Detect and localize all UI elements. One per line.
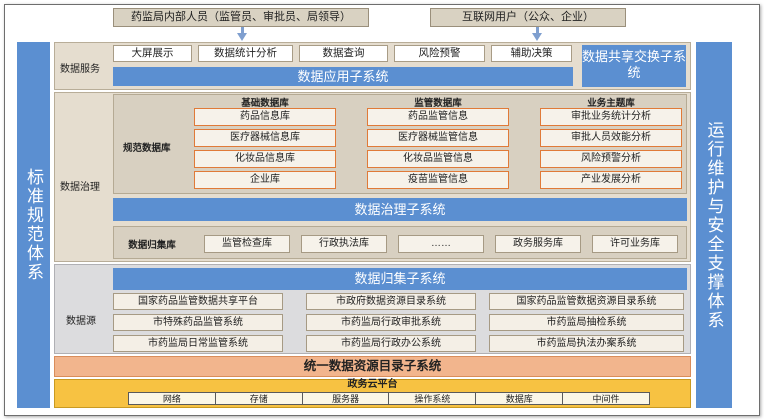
data-governance-label: 数据治理 [60,182,100,193]
standards-system-label: 标准规范体系 [24,168,43,282]
infra-network: 网络 [128,392,216,405]
group-title-regulation: 监管数据库 [414,98,462,109]
data-application-subsystem-bar: 数据应用子系统 [113,67,573,86]
external-users-box: 互联网用户（公众、企业） [430,8,626,27]
internal-users-box: 药监局内部人员（监管员、审批员、局领导） [113,8,369,27]
collect-db-item: 监管检查库 [204,235,290,253]
topic-db-item: 审批人员效能分析 [540,129,682,147]
collect-db-item: 政务服务库 [495,235,581,253]
topic-db-item: 审批业务统计分析 [540,108,682,126]
group-title-topic: 业务主题库 [587,98,635,109]
infra-database: 数据库 [476,392,564,405]
topic-db-item: 风险预警分析 [540,150,682,168]
source-system-item: 市药监局执法办案系统 [489,335,684,352]
service-big-screen: 大屏展示 [113,45,192,62]
infra-server: 服务器 [302,392,390,405]
infra-middleware: 中间件 [563,392,650,405]
data-exchange-subsystem-box: 数据共享交换子系统 [582,45,686,87]
source-system-item: 国家药品监管数据共享平台 [113,293,283,310]
down-arrow-icon [532,33,542,41]
basic-db-item: 化妆品信息库 [194,150,336,168]
service-risk-warning: 风险预警 [394,45,485,62]
service-query: 数据查询 [299,45,388,62]
source-system-item: 市药监局行政办公系统 [306,335,476,352]
source-system-item: 市药监局行政审批系统 [306,314,476,331]
ops-security-column: 运行维护与安全支撑体系 [696,42,732,408]
service-decision-support: 辅助决策 [491,45,572,62]
source-system-item: 市政府数据资源目录系统 [306,293,476,310]
data-source-label: 数据源 [66,316,96,327]
collect-db-item: 许可业务库 [592,235,678,253]
infra-os: 操作系统 [389,392,477,405]
infra-storage: 存储 [215,392,303,405]
regulation-db-item: 医疗器械监管信息 [367,129,509,147]
data-governance-subsystem-bar: 数据治理子系统 [113,198,687,221]
gov-cloud-platform-title: 政务云平台 [347,379,398,390]
regulation-db-item: 化妆品监管信息 [367,150,509,168]
source-system-item: 国家药品监管数据资源目录系统 [489,293,684,310]
regulation-db-item: 疫苗监管信息 [367,171,509,189]
standards-system-column: 标准规范体系 [17,42,50,408]
data-collection-subsystem-bar: 数据归集子系统 [113,268,687,290]
data-service-label: 数据服务 [60,64,100,75]
basic-db-item: 药品信息库 [194,108,336,126]
source-system-item: 市药监局抽检系统 [489,314,684,331]
collect-db-item: …… [398,235,484,253]
down-arrow-icon [237,33,247,41]
collect-database-label: 数据归集库 [128,240,176,251]
infrastructure-row: 网络 存储 服务器 操作系统 数据库 中间件 [128,392,650,405]
service-statistics: 数据统计分析 [198,45,293,62]
standard-database-label: 规范数据库 [123,143,171,154]
collect-db-item: 行政执法库 [301,235,387,253]
source-system-item: 市药监局日常监管系统 [113,335,283,352]
topic-db-item: 产业发展分析 [540,171,682,189]
source-system-item: 市特殊药品监管系统 [113,314,283,331]
ops-security-label: 运行维护与安全支撑体系 [704,120,724,330]
data-exchange-subsystem-label: 数据共享交换子系统 [582,49,687,80]
unified-catalog-subsystem-bar: 统一数据资源目录子系统 [54,356,691,377]
group-title-basic: 基础数据库 [241,98,289,109]
basic-db-item: 企业库 [194,171,336,189]
basic-db-item: 医疗器械信息库 [194,129,336,147]
regulation-db-item: 药品监管信息 [367,108,509,126]
